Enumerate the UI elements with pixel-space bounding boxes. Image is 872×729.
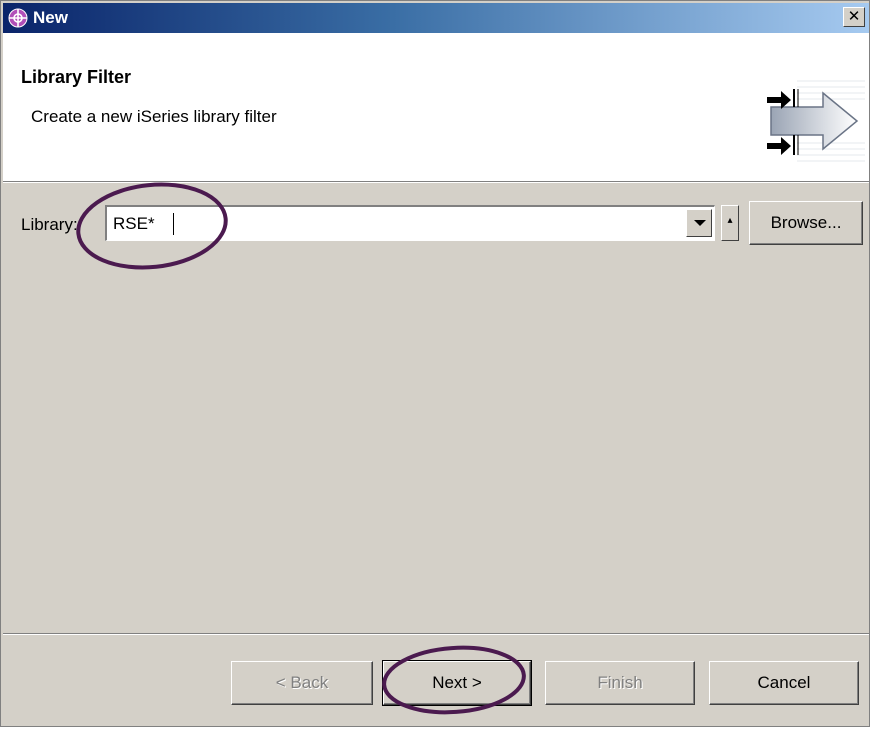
- window-title: New: [33, 8, 68, 27]
- wizard-arrows-icon: [767, 80, 865, 162]
- history-button[interactable]: ▴: [721, 205, 739, 241]
- library-combo[interactable]: [105, 205, 715, 241]
- close-icon: ✕: [847, 8, 861, 25]
- close-button[interactable]: ✕: [843, 7, 865, 27]
- banner-separator: [3, 182, 869, 183]
- library-input[interactable]: [113, 211, 683, 237]
- library-label: Library:: [21, 215, 78, 234]
- browse-button[interactable]: Browse...: [749, 201, 863, 245]
- page-description: Create a new iSeries library filter: [31, 107, 277, 126]
- text-caret: [173, 213, 174, 235]
- combo-dropdown-button[interactable]: [686, 209, 712, 237]
- finish-button[interactable]: Finish: [545, 661, 695, 705]
- footer-separator-highlight: [3, 634, 869, 635]
- back-button[interactable]: < Back: [231, 661, 373, 705]
- dot-icon: ▴: [727, 215, 733, 226]
- page-title: Library Filter: [21, 67, 132, 87]
- title-bar[interactable]: New ✕: [3, 3, 869, 33]
- new-wizard-dialog: New ✕ Library Filter Create a new iSerie…: [0, 0, 870, 727]
- wizard-banner: Library Filter Create a new iSeries libr…: [3, 33, 869, 182]
- eclipse-crosshair-icon: [8, 8, 28, 28]
- next-button[interactable]: Next >: [382, 660, 532, 706]
- cancel-button[interactable]: Cancel: [709, 661, 859, 705]
